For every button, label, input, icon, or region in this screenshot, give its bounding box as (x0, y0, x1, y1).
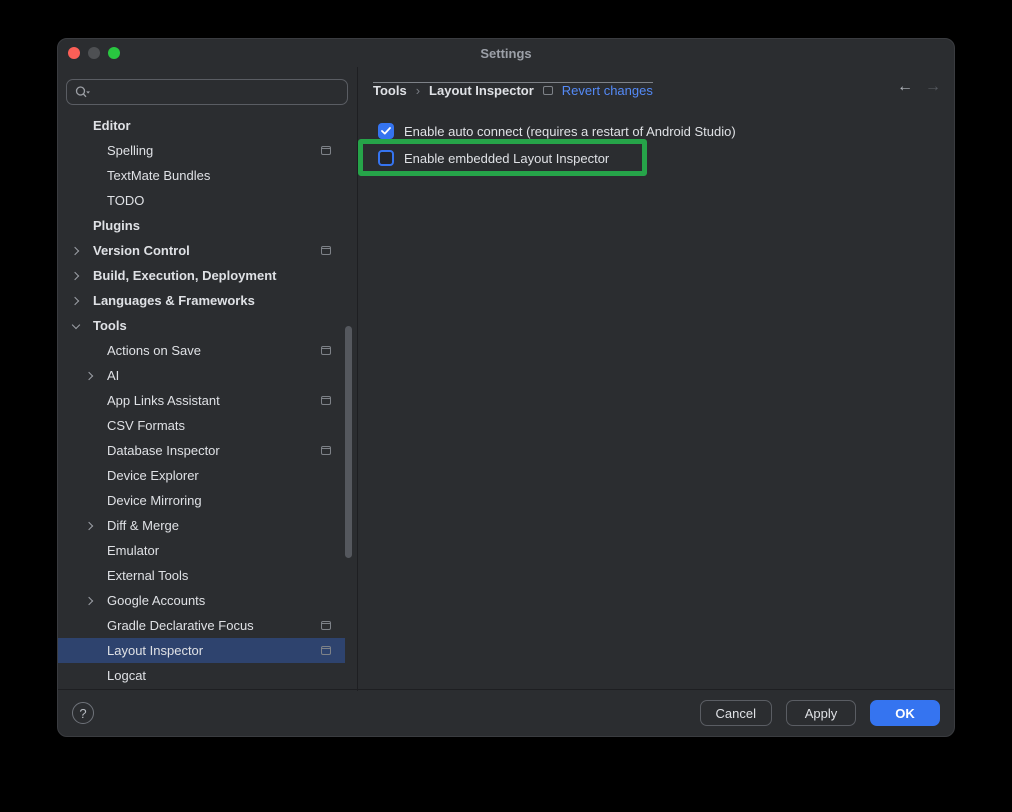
sidebar-item-actions-on-save[interactable]: Actions on Save (58, 338, 357, 363)
minimize-window-icon[interactable] (88, 47, 100, 59)
sidebar-item-logcat[interactable]: Logcat (58, 663, 357, 688)
ok-button[interactable]: OK (870, 700, 940, 726)
search-icon[interactable] (74, 85, 91, 100)
settings-window-icon (321, 446, 331, 455)
forward-arrow-icon[interactable]: → (925, 77, 941, 97)
sidebar-item-emulator[interactable]: Emulator (58, 538, 357, 563)
chevron-right-icon[interactable] (71, 296, 81, 306)
sidebar-item-device-mirroring[interactable]: Device Mirroring (58, 488, 357, 513)
sidebar-item-editor[interactable]: Editor (58, 113, 357, 138)
window-title: Settings (480, 46, 531, 61)
traffic-lights (68, 47, 120, 59)
sidebar-item-diff-merge[interactable]: Diff & Merge (58, 513, 357, 538)
footer-buttons: Cancel Apply OK (700, 700, 940, 726)
revert-changes-link[interactable]: Revert changes (562, 83, 653, 98)
settings-search-input[interactable] (96, 80, 347, 104)
sidebar-item-textmate-bundles[interactable]: TextMate Bundles (58, 163, 357, 188)
cancel-button[interactable]: Cancel (700, 700, 772, 726)
sidebar-item-tools[interactable]: Tools (58, 313, 357, 338)
embedded-inspector-row: Enable embedded Layout Inspector (378, 150, 609, 166)
auto-connect-row: Enable auto connect (requires a restart … (378, 123, 736, 139)
sidebar-item-build-execution-deployment[interactable]: Build, Execution, Deployment (58, 263, 357, 288)
history-nav: ← → (897, 77, 941, 97)
sidebar-item-app-links-assistant[interactable]: App Links Assistant (58, 388, 357, 413)
search-box[interactable] (66, 79, 348, 105)
checkmark-icon (381, 127, 391, 135)
breadcrumb-tools[interactable]: Tools (373, 83, 407, 98)
settings-window: Settings Editor Spelling TextMate Bundle… (57, 38, 955, 737)
settings-window-icon (321, 396, 331, 405)
dialog-footer: ? Cancel Apply OK (58, 689, 954, 736)
settings-tree: Editor Spelling TextMate Bundles TODO Pl… (58, 113, 357, 688)
question-mark-icon: ? (79, 706, 86, 721)
chevron-right-icon[interactable] (85, 521, 95, 531)
settings-main-panel: Tools › Layout Inspector Revert changes … (358, 67, 954, 689)
settings-window-icon (321, 346, 331, 355)
sidebar-item-ai[interactable]: AI (58, 363, 357, 388)
sidebar-item-languages-frameworks[interactable]: Languages & Frameworks (58, 288, 357, 313)
help-button[interactable]: ? (72, 702, 94, 724)
sidebar-item-todo[interactable]: TODO (58, 188, 357, 213)
window-titlebar[interactable]: Settings (58, 39, 954, 67)
settings-window-icon (543, 86, 553, 95)
sidebar-item-device-explorer[interactable]: Device Explorer (58, 463, 357, 488)
sidebar-scrollbar[interactable] (345, 326, 352, 558)
apply-button[interactable]: Apply (786, 700, 856, 726)
sidebar-item-version-control[interactable]: Version Control (58, 238, 357, 263)
breadcrumb-separator: › (416, 83, 420, 98)
sidebar-item-external-tools[interactable]: External Tools (58, 563, 357, 588)
chevron-right-icon[interactable] (71, 271, 81, 281)
sidebar-item-database-inspector[interactable]: Database Inspector (58, 438, 357, 463)
zoom-window-icon[interactable] (108, 47, 120, 59)
chevron-down-icon[interactable] (71, 321, 81, 331)
sidebar-item-csv-formats[interactable]: CSV Formats (58, 413, 357, 438)
settings-sidebar: Editor Spelling TextMate Bundles TODO Pl… (58, 67, 357, 689)
breadcrumb-current: Layout Inspector (429, 83, 534, 98)
sidebar-item-google-accounts[interactable]: Google Accounts (58, 588, 357, 613)
auto-connect-checkbox[interactable] (378, 123, 394, 139)
auto-connect-label: Enable auto connect (requires a restart … (404, 124, 736, 139)
settings-window-icon (321, 246, 331, 255)
chevron-right-icon[interactable] (85, 371, 95, 381)
back-arrow-icon[interactable]: ← (897, 77, 913, 97)
settings-window-icon (321, 621, 331, 630)
close-window-icon[interactable] (68, 47, 80, 59)
embedded-inspector-label: Enable embedded Layout Inspector (404, 151, 609, 166)
sidebar-item-spelling[interactable]: Spelling (58, 138, 357, 163)
settings-window-icon (321, 646, 331, 655)
chevron-right-icon[interactable] (71, 246, 81, 256)
caret-down-icon (86, 91, 90, 93)
embedded-inspector-checkbox[interactable] (378, 150, 394, 166)
settings-window-icon (321, 146, 331, 155)
sidebar-item-plugins[interactable]: Plugins (58, 213, 357, 238)
sidebar-item-layout-inspector[interactable]: Layout Inspector (58, 638, 345, 663)
breadcrumb: Tools › Layout Inspector Revert changes (373, 80, 653, 100)
chevron-right-icon[interactable] (85, 596, 95, 606)
sidebar-item-gradle-declarative-focus[interactable]: Gradle Declarative Focus (58, 613, 357, 638)
